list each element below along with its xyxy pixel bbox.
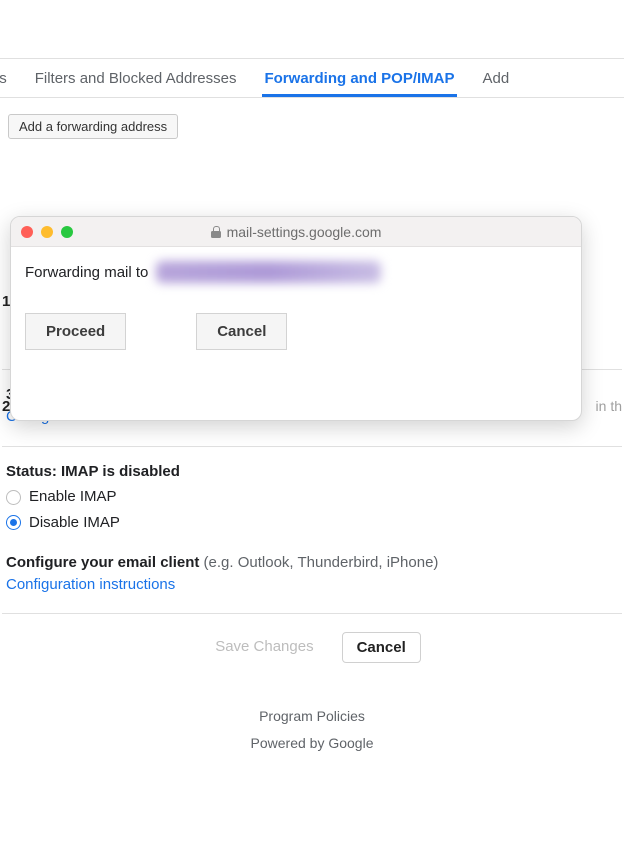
tab-forwarding[interactable]: Forwarding and POP/IMAP — [262, 60, 456, 97]
enable-imap-radio[interactable]: Enable IMAP — [6, 486, 618, 508]
popup-host: mail-settings.google.com — [227, 224, 382, 240]
settings-tabs: ounts Filters and Blocked Addresses Forw… — [0, 58, 624, 98]
imap-status-label: Status: — [6, 463, 61, 480]
proceed-button[interactable]: Proceed — [25, 313, 126, 350]
forwarding-confirm-popup: mail-settings.google.com Forwarding mail… — [10, 216, 582, 421]
add-forwarding-address-button[interactable]: Add a forwarding address — [8, 114, 178, 139]
close-icon[interactable] — [21, 226, 33, 238]
enable-imap-label: Enable IMAP — [29, 486, 117, 508]
save-changes-button: Save Changes — [203, 632, 325, 663]
tab-addons[interactable]: Add — [481, 60, 512, 97]
redacted-email — [156, 261, 381, 283]
popup-titlebar: mail-settings.google.com — [11, 217, 581, 247]
imap-status-value: IMAP is disabled — [61, 463, 180, 480]
cancel-button[interactable]: Cancel — [342, 632, 421, 663]
imap-client-subtitle: (e.g. Outlook, Thunderbird, iPhone) — [199, 554, 438, 571]
imap-client-title: Configure your email client — [6, 554, 199, 571]
popup-cancel-button[interactable]: Cancel — [196, 313, 287, 350]
radio-icon — [6, 490, 21, 505]
tab-accounts[interactable]: ounts — [0, 60, 9, 97]
truncated-text: in th — [596, 398, 622, 414]
lock-icon — [211, 226, 221, 238]
disable-imap-radio[interactable]: Disable IMAP — [6, 512, 618, 534]
forwarding-message: Forwarding mail to — [25, 264, 148, 281]
disable-imap-label: Disable IMAP — [29, 512, 120, 534]
configuration-instructions-link-imap[interactable]: Configuration instructions — [6, 574, 618, 596]
tab-filters[interactable]: Filters and Blocked Addresses — [33, 60, 239, 97]
program-policies-link[interactable]: Program Policies — [2, 703, 622, 730]
zoom-icon[interactable] — [61, 226, 73, 238]
radio-icon — [6, 515, 21, 530]
minimize-icon[interactable] — [41, 226, 53, 238]
powered-by-google: Powered by Google — [2, 730, 622, 757]
